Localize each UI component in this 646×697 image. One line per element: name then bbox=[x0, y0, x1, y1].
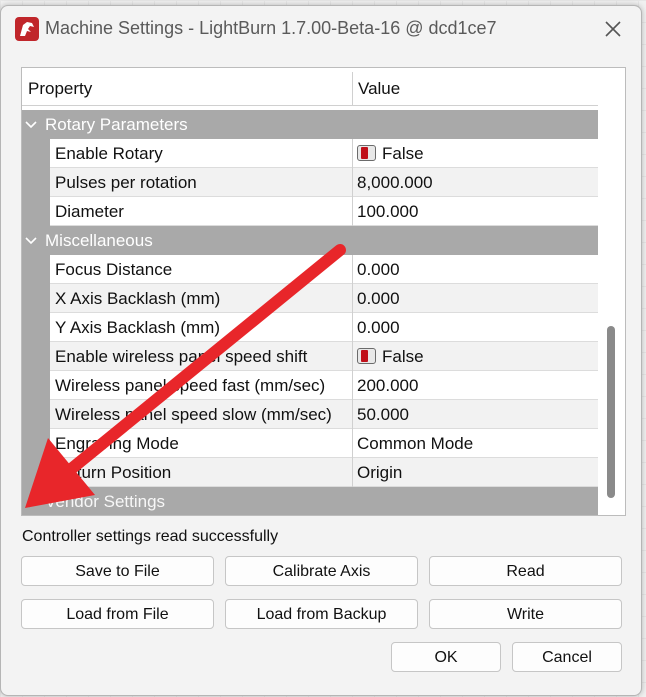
property-name: Diameter bbox=[55, 202, 124, 221]
property-row-wireless-speed-fast[interactable]: Wireless panel speed fast (mm/sec) 200.0… bbox=[22, 371, 598, 400]
scrollbar-thumb[interactable] bbox=[607, 326, 615, 498]
group-label: Vendor Settings bbox=[45, 492, 166, 511]
close-icon[interactable] bbox=[595, 12, 631, 46]
column-divider bbox=[352, 429, 353, 458]
toggle-value-text: False bbox=[382, 347, 424, 366]
toggle-off-icon[interactable] bbox=[357, 347, 376, 364]
column-divider bbox=[352, 139, 353, 168]
property-value[interactable]: False bbox=[357, 139, 592, 168]
property-name: X Axis Backlash (mm) bbox=[55, 289, 221, 308]
property-row-engraving-mode[interactable]: Engraving Mode Common Mode bbox=[22, 429, 598, 458]
column-header-value[interactable]: Value bbox=[358, 72, 588, 105]
group-label: Miscellaneous bbox=[45, 231, 153, 250]
property-name: Wireless panel speed fast (mm/sec) bbox=[55, 376, 326, 395]
property-name: Engraving Mode bbox=[55, 434, 179, 453]
chevron-right-icon[interactable] bbox=[24, 487, 38, 515]
row-indent bbox=[22, 371, 50, 400]
property-value[interactable]: Origin bbox=[357, 458, 592, 487]
row-indent bbox=[22, 400, 50, 429]
property-row-focus-distance[interactable]: Focus Distance 0.000 bbox=[22, 255, 598, 284]
load-from-file-button[interactable]: Load from File bbox=[21, 599, 214, 629]
column-header-property[interactable]: Property bbox=[28, 72, 348, 105]
row-indent bbox=[22, 342, 50, 371]
column-divider bbox=[352, 458, 353, 487]
group-miscellaneous[interactable]: Miscellaneous bbox=[22, 226, 598, 255]
grid-header: Property Value bbox=[22, 72, 598, 106]
chevron-down-icon[interactable] bbox=[24, 226, 38, 255]
column-divider bbox=[352, 400, 353, 429]
row-indent bbox=[22, 313, 50, 342]
property-name: Pulses per rotation bbox=[55, 173, 197, 192]
calibrate-axis-button[interactable]: Calibrate Axis bbox=[225, 556, 418, 586]
property-value[interactable]: 8,000.000 bbox=[357, 168, 592, 197]
property-row-y-axis-backlash[interactable]: Y Axis Backlash (mm) 0.000 bbox=[22, 313, 598, 342]
column-divider bbox=[352, 168, 353, 197]
property-value[interactable]: 200.000 bbox=[357, 371, 592, 400]
property-value[interactable]: 0.000 bbox=[357, 313, 592, 342]
window-title: Machine Settings - LightBurn 1.7.00-Beta… bbox=[45, 18, 497, 38]
toggle-off-icon[interactable] bbox=[357, 144, 376, 161]
read-button[interactable]: Read bbox=[429, 556, 622, 586]
row-indent bbox=[22, 284, 50, 313]
property-name: Return Position bbox=[55, 463, 172, 482]
property-value[interactable]: 50.000 bbox=[357, 400, 592, 429]
group-label: Rotary Parameters bbox=[45, 115, 188, 134]
property-row-wireless-speed-slow[interactable]: Wireless panel speed slow (mm/sec) 50.00… bbox=[22, 400, 598, 429]
row-indent bbox=[22, 168, 50, 197]
property-name: Wireless panel speed slow (mm/sec) bbox=[55, 405, 332, 424]
property-name: Y Axis Backlash (mm) bbox=[55, 318, 221, 337]
write-button[interactable]: Write bbox=[429, 599, 622, 629]
row-indent bbox=[22, 429, 50, 458]
property-row-diameter[interactable]: Diameter 100.000 bbox=[22, 197, 598, 226]
column-divider[interactable] bbox=[352, 72, 353, 105]
column-divider bbox=[352, 255, 353, 284]
save-to-file-button[interactable]: Save to File bbox=[21, 556, 214, 586]
property-row-enable-rotary[interactable]: Enable Rotary False bbox=[22, 139, 598, 168]
toggle-value-text: False bbox=[382, 144, 424, 163]
column-divider bbox=[352, 342, 353, 371]
column-divider bbox=[352, 197, 353, 226]
row-indent bbox=[22, 458, 50, 487]
machine-settings-dialog: Machine Settings - LightBurn 1.7.00-Beta… bbox=[0, 5, 642, 696]
property-value[interactable]: 0.000 bbox=[357, 284, 592, 313]
cancel-button[interactable]: Cancel bbox=[512, 642, 622, 672]
column-divider bbox=[352, 313, 353, 342]
group-vendor-settings[interactable]: Vendor Settings bbox=[22, 487, 598, 515]
column-divider bbox=[352, 371, 353, 400]
property-value[interactable]: False bbox=[357, 342, 592, 371]
lightburn-logo-icon bbox=[15, 17, 39, 41]
ok-button[interactable]: OK bbox=[391, 642, 501, 672]
property-name: Focus Distance bbox=[55, 260, 173, 279]
property-grid[interactable]: Property Value Rotary Parameters Enable … bbox=[21, 67, 626, 516]
row-indent bbox=[22, 255, 50, 284]
property-row-x-axis-backlash[interactable]: X Axis Backlash (mm) 0.000 bbox=[22, 284, 598, 313]
property-row-return-position[interactable]: Return Position Origin bbox=[22, 458, 598, 487]
column-divider bbox=[352, 284, 353, 313]
row-indent bbox=[22, 139, 50, 168]
property-value[interactable]: 100.000 bbox=[357, 197, 592, 226]
load-from-backup-button[interactable]: Load from Backup bbox=[225, 599, 418, 629]
property-name: Enable wireless panel speed shift bbox=[55, 347, 308, 366]
property-value[interactable]: 0.000 bbox=[357, 255, 592, 284]
group-rotary-parameters[interactable]: Rotary Parameters bbox=[22, 110, 598, 139]
property-row-pulses-per-rotation[interactable]: Pulses per rotation 8,000.000 bbox=[22, 168, 598, 197]
chevron-down-icon[interactable] bbox=[24, 110, 38, 139]
status-text: Controller settings read successfully bbox=[22, 528, 279, 545]
title-bar[interactable]: Machine Settings - LightBurn 1.7.00-Beta… bbox=[1, 6, 641, 52]
row-indent bbox=[22, 197, 50, 226]
property-row-enable-wireless-speed-shift[interactable]: Enable wireless panel speed shift False bbox=[22, 342, 598, 371]
property-value[interactable]: Common Mode bbox=[357, 429, 592, 458]
property-name: Enable Rotary bbox=[55, 144, 163, 163]
